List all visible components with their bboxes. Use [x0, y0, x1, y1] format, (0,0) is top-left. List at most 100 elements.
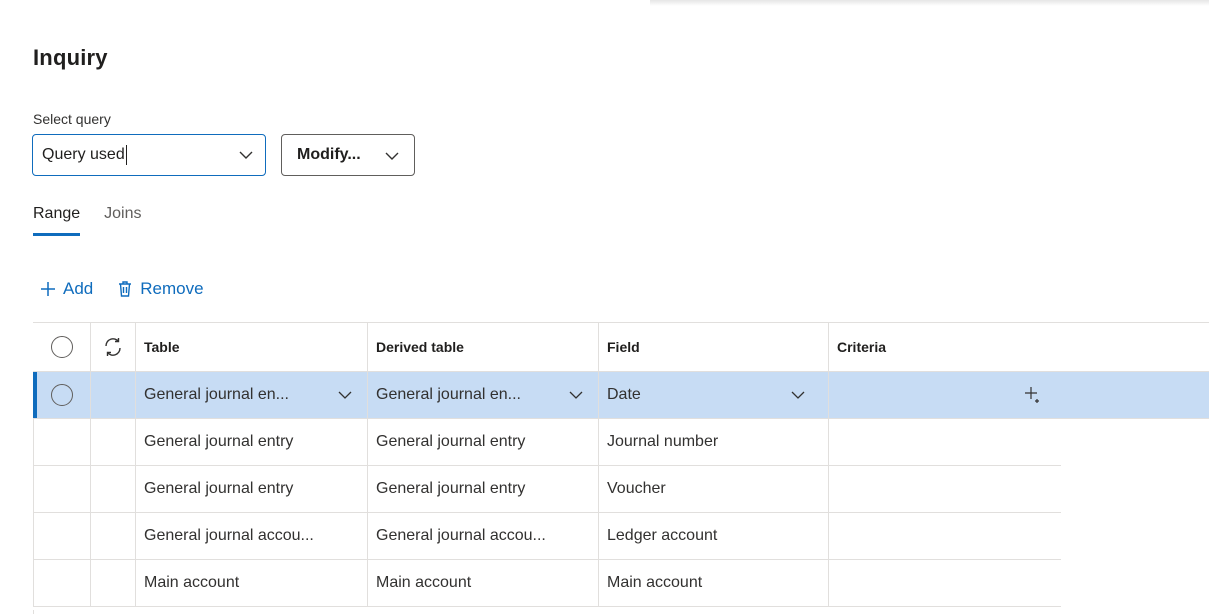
- column-divider: [598, 560, 599, 606]
- criteria-cell[interactable]: [828, 513, 1061, 559]
- column-divider: [90, 419, 91, 465]
- tab-range[interactable]: Range: [33, 200, 81, 236]
- column-divider: [367, 466, 368, 512]
- field-cell[interactable]: Ledger account: [598, 513, 828, 559]
- add-button[interactable]: Add: [38, 279, 93, 299]
- row-indicator-cell: [90, 372, 135, 418]
- modify-button-label: Modify...: [297, 146, 361, 163]
- row-select-cell[interactable]: [33, 513, 90, 559]
- crosshair-cursor-icon: [1025, 387, 1039, 403]
- column-divider: [90, 466, 91, 512]
- page-title: Inquiry: [33, 45, 108, 70]
- grid-left-border: [33, 610, 34, 614]
- refresh-cell[interactable]: [90, 323, 135, 371]
- row-select-cell[interactable]: [33, 466, 90, 512]
- table-cell[interactable]: General journal entry: [135, 419, 367, 465]
- field-cell[interactable]: Date: [598, 372, 828, 418]
- tab-joins[interactable]: Joins: [104, 200, 141, 236]
- query-select-value: Query used: [42, 146, 125, 163]
- column-divider: [598, 372, 599, 418]
- column-divider: [828, 323, 829, 371]
- column-divider: [90, 323, 91, 371]
- column-divider: [90, 560, 91, 606]
- column-divider: [598, 513, 599, 559]
- tab-bar: Range Joins: [33, 200, 166, 240]
- row-select-cell[interactable]: [33, 372, 90, 418]
- table-cell[interactable]: Main account: [135, 560, 367, 606]
- table-cell[interactable]: General journal en...: [135, 372, 367, 418]
- query-select[interactable]: Query used: [32, 134, 266, 176]
- column-divider: [135, 560, 136, 606]
- table-row[interactable]: General journal en... General journal en…: [33, 372, 1209, 419]
- derived-table-cell[interactable]: General journal entry: [367, 466, 598, 512]
- derived-table-cell[interactable]: General journal accou...: [367, 513, 598, 559]
- column-divider: [598, 323, 599, 371]
- remove-button-label: Remove: [140, 279, 204, 298]
- column-divider: [33, 466, 34, 512]
- column-divider: [135, 466, 136, 512]
- select-all-radio[interactable]: [50, 336, 73, 358]
- criteria-cell[interactable]: [828, 560, 1061, 606]
- column-divider: [90, 513, 91, 559]
- derived-table-cell[interactable]: General journal en...: [367, 372, 598, 418]
- remove-button[interactable]: Remove: [115, 279, 204, 299]
- chevron-down-icon: [385, 152, 399, 160]
- column-header-table[interactable]: Table: [135, 323, 367, 371]
- column-divider: [828, 419, 829, 465]
- row-indicator-cell: [90, 560, 135, 606]
- table-cell[interactable]: General journal accou...: [135, 513, 367, 559]
- column-divider: [135, 513, 136, 559]
- column-divider: [367, 372, 368, 418]
- column-divider: [598, 419, 599, 465]
- column-header-field[interactable]: Field: [598, 323, 828, 371]
- column-header-derived-table[interactable]: Derived table: [367, 323, 598, 371]
- inquiry-page: Inquiry Select query Query used Modify..…: [0, 0, 1209, 614]
- table-row[interactable]: Main account Main account Main account: [33, 560, 1061, 607]
- column-divider: [598, 466, 599, 512]
- row-indicator-cell: [90, 466, 135, 512]
- column-divider: [135, 419, 136, 465]
- column-divider: [90, 372, 91, 418]
- table-row[interactable]: General journal entry General journal en…: [33, 466, 1061, 513]
- row-indicator-cell: [90, 419, 135, 465]
- row-indicator-cell: [90, 513, 135, 559]
- derived-table-cell[interactable]: General journal entry: [367, 419, 598, 465]
- column-header-criteria[interactable]: Criteria: [828, 323, 1209, 371]
- column-divider: [33, 560, 34, 606]
- row-select-cell[interactable]: [33, 560, 90, 606]
- criteria-cell[interactable]: [828, 372, 1209, 418]
- chevron-down-icon[interactable]: [337, 387, 353, 403]
- trash-icon: [119, 281, 132, 297]
- column-divider: [828, 513, 829, 559]
- column-divider: [33, 513, 34, 559]
- column-divider: [367, 560, 368, 606]
- add-button-label: Add: [63, 279, 94, 298]
- derived-table-cell[interactable]: Main account: [367, 560, 598, 606]
- field-cell[interactable]: Main account: [598, 560, 828, 606]
- column-divider: [135, 323, 136, 371]
- select-all-cell[interactable]: [33, 323, 90, 371]
- row-select-radio[interactable]: [50, 384, 73, 406]
- column-divider: [828, 466, 829, 512]
- column-divider: [135, 372, 136, 418]
- modify-button[interactable]: Modify...: [281, 134, 415, 176]
- chevron-down-icon: [239, 151, 253, 159]
- field-cell[interactable]: Voucher: [598, 466, 828, 512]
- table-cell[interactable]: General journal entry: [135, 466, 367, 512]
- top-shadow: [650, 0, 1209, 6]
- column-divider: [367, 419, 368, 465]
- refresh-icon[interactable]: [101, 335, 125, 359]
- chevron-down-icon[interactable]: [790, 387, 806, 403]
- select-query-label: Select query: [33, 111, 111, 127]
- column-divider: [33, 419, 34, 465]
- criteria-cell[interactable]: [828, 466, 1061, 512]
- criteria-cell[interactable]: [828, 419, 1061, 465]
- table-row[interactable]: General journal accou... General journal…: [33, 513, 1061, 560]
- field-cell[interactable]: Journal number: [598, 419, 828, 465]
- column-divider: [367, 513, 368, 559]
- row-select-cell[interactable]: [33, 419, 90, 465]
- table-row[interactable]: General journal entry General journal en…: [33, 419, 1061, 466]
- chevron-down-icon[interactable]: [568, 387, 584, 403]
- range-grid: Table Derived table Field Criteria Gener…: [33, 322, 1209, 614]
- grid-header-row: Table Derived table Field Criteria: [33, 322, 1209, 372]
